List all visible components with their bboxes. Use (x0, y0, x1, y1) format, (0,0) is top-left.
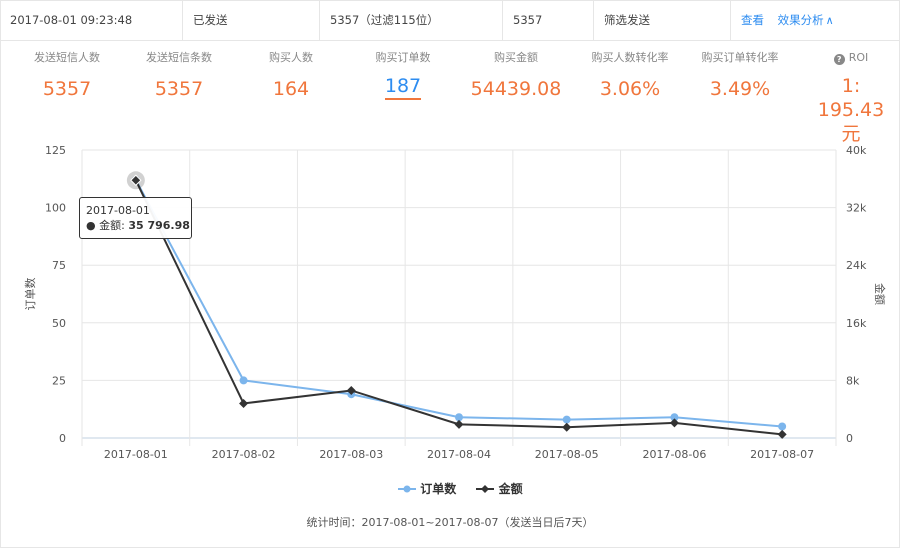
x-tick-label: 2017-08-06 (642, 448, 706, 461)
data-point-orders (562, 415, 571, 424)
chart-tooltip: 2017-08-01 ● 金额: 35 796.98 (79, 197, 192, 239)
data-point-orders (778, 422, 787, 431)
y-axis-title: 订单数 (24, 278, 37, 311)
x-tick-label: 2017-08-04 (427, 448, 491, 461)
legend-line-circle-icon (398, 485, 416, 493)
data-point-amount (669, 418, 679, 428)
x-tick-label: 2017-08-03 (319, 448, 383, 461)
orders-amount-line-chart: 0 025 8k50 16k75 24k100 32k125 40k2017-08-01 20… (24, 144, 887, 461)
tooltip-series-name: 金额 (99, 219, 122, 232)
y-tick-label: 125 (45, 144, 66, 157)
y-tick-label: 0 (59, 432, 66, 445)
y-tick-label: 100 (45, 202, 66, 215)
y-right-tick-label: 16k (846, 317, 867, 330)
tooltip-value: 35 796.98 (128, 219, 190, 232)
y-right-tick-label: 8k (846, 374, 860, 387)
legend-item-orders[interactable]: 订单数 (398, 480, 456, 497)
y-right-tick-label: 0 (846, 432, 853, 445)
y-tick-label: 25 (52, 374, 66, 387)
data-point-amount (454, 419, 464, 429)
x-tick-label: 2017-08-07 (750, 448, 814, 461)
y-tick-label: 75 (52, 259, 66, 272)
series-lines (131, 175, 787, 439)
chart-legend: 订单数 金额 (398, 480, 539, 497)
y-right-tick-label: 32k (846, 202, 867, 215)
y-right-axis-title: 金额 (873, 283, 887, 305)
legend-label-amount: 金额 (498, 482, 523, 496)
series-line-amount (134, 179, 783, 436)
y-right-tick-label: 40k (846, 144, 867, 157)
data-point-amount (239, 398, 249, 408)
hover-marker (126, 171, 145, 190)
tooltip-date: 2017-08-01 (86, 204, 150, 217)
series-line-orders (134, 179, 783, 428)
axes: 0 025 8k50 16k75 24k100 32k125 40k2017-08-01 20… (24, 144, 887, 461)
legend-label-orders: 订单数 (420, 482, 457, 496)
grid-lines (81, 149, 837, 446)
y-right-tick-label: 24k (846, 259, 867, 272)
legend-line-diamond-icon (476, 485, 495, 493)
x-tick-label: 2017-08-02 (212, 448, 276, 461)
y-tick-label: 50 (52, 317, 66, 330)
stat-period-note: 统计时间：2017-08-01~2017-08-07（发送当日后7天） (306, 516, 594, 529)
x-tick-label: 2017-08-05 (535, 448, 599, 461)
data-point-amount (562, 422, 572, 432)
x-tick-label: 2017-08-01 (104, 448, 168, 461)
tooltip-value-row: ● 金额: 35 796.98 (86, 219, 190, 232)
legend-item-amount[interactable]: 金额 (476, 480, 523, 497)
data-point-orders (239, 376, 248, 385)
series-dot-icon: ● (86, 219, 96, 232)
